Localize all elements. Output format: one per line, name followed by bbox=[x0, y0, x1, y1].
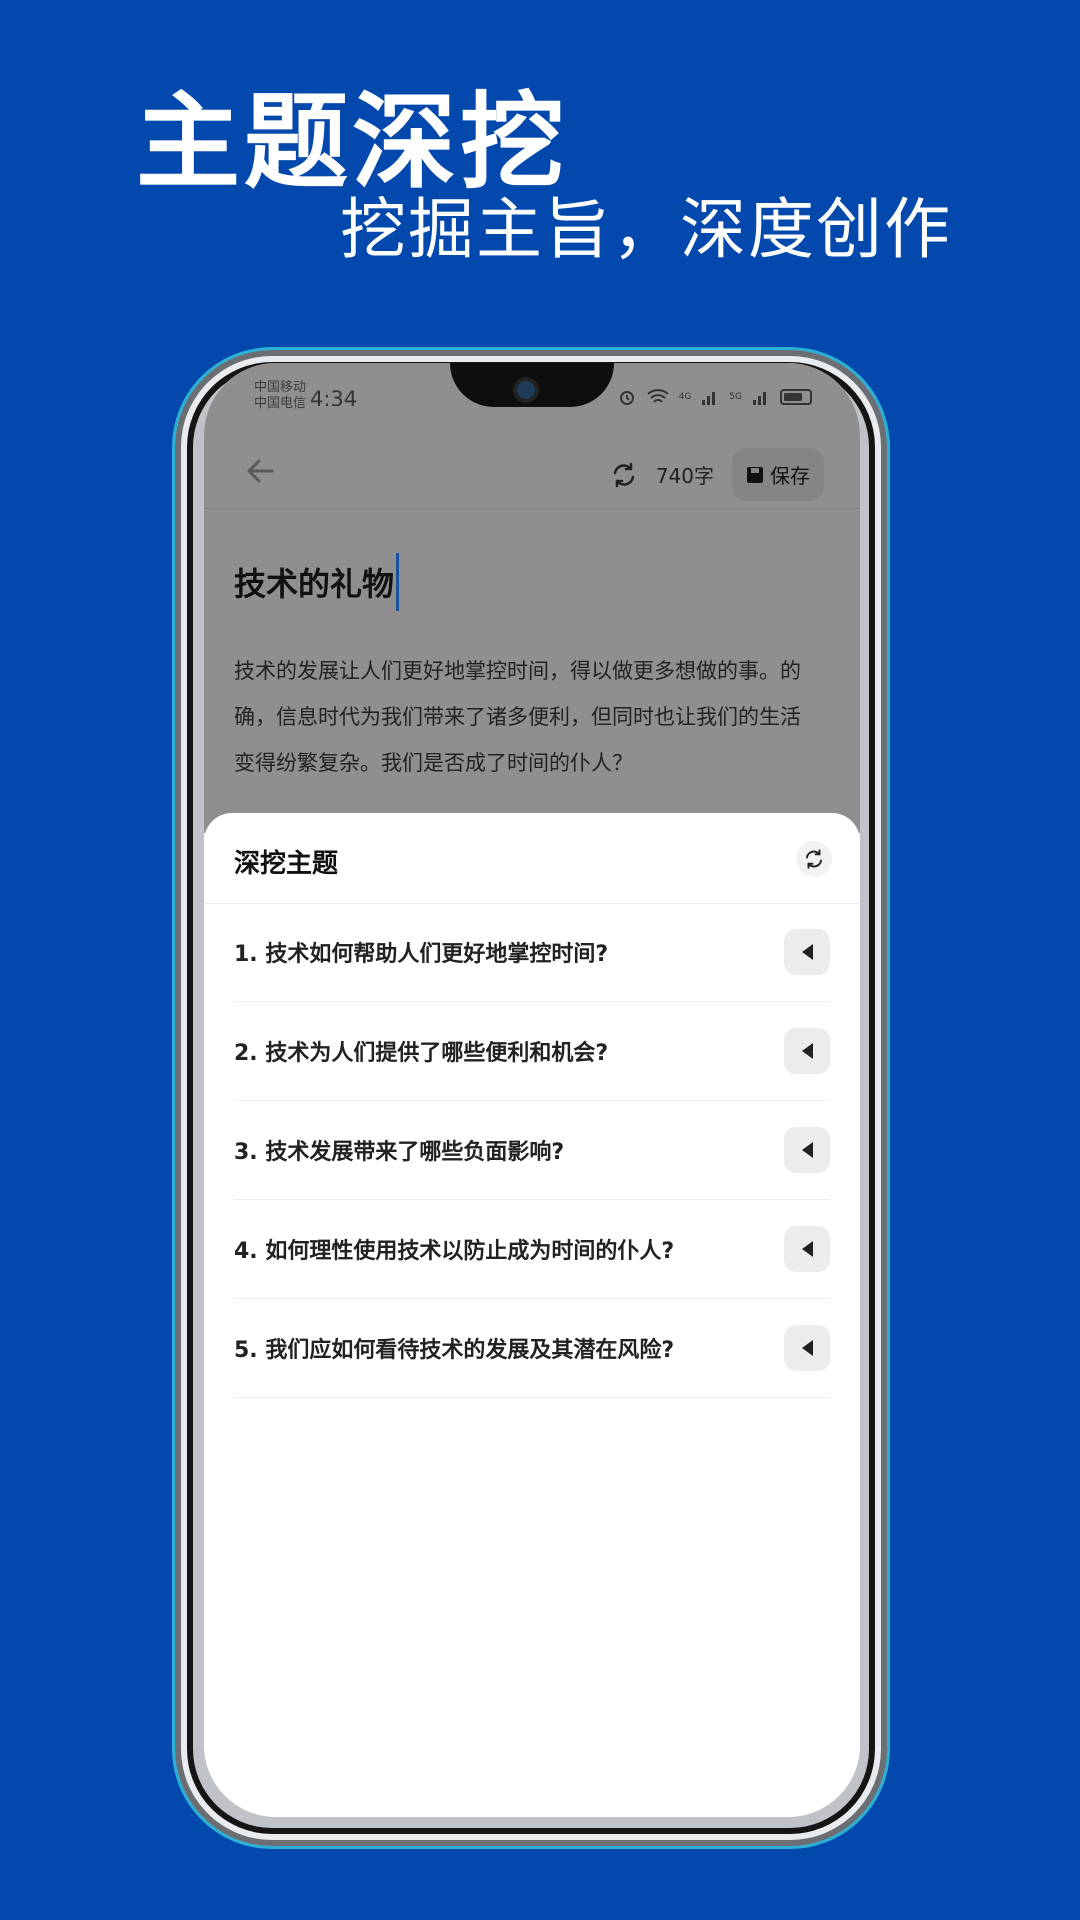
insert-topic-button[interactable] bbox=[784, 929, 830, 975]
hero-title: 主题深挖 bbox=[136, 81, 569, 203]
insert-topic-button[interactable] bbox=[784, 1325, 830, 1371]
triangle-left-icon bbox=[801, 1241, 813, 1257]
topic-text: 2. 技术为人们提供了哪些便利和机会? bbox=[234, 1041, 609, 1066]
topic-list: 1. 技术如何帮助人们更好地掌控时间? 2. 技术为人们提供了哪些便利和机会? … bbox=[234, 903, 830, 1398]
refresh-icon bbox=[805, 849, 823, 869]
carrier-1: 中国移动 bbox=[254, 380, 307, 395]
topic-text: 4. 如何理性使用技术以防止成为时间的仆人? bbox=[234, 1239, 675, 1264]
text-caret bbox=[396, 553, 400, 611]
editor-toolbar: 740字 保存 bbox=[610, 448, 824, 501]
camera-icon bbox=[517, 381, 535, 399]
insert-topic-button[interactable] bbox=[784, 1226, 830, 1272]
carrier-labels: 中国移动 中国电信 bbox=[254, 380, 306, 412]
wifi-icon bbox=[646, 389, 669, 403]
signal-label-1: 4G bbox=[678, 392, 692, 402]
triangle-left-icon bbox=[801, 944, 813, 960]
battery-icon bbox=[780, 389, 812, 405]
editor-dimmed-area: 中国移动 中国电信 4:34 4G 5G 740字 保存 技术的礼物 技术的发展… bbox=[204, 363, 860, 833]
list-item[interactable]: 5. 我们应如何看待技术的发展及其潜在风险? bbox=[234, 1299, 830, 1398]
save-button[interactable]: 保存 bbox=[732, 448, 824, 501]
document-title-field[interactable]: 技术的礼物 bbox=[234, 553, 400, 611]
list-item[interactable]: 3. 技术发展带来了哪些负面影响? bbox=[234, 1101, 830, 1200]
list-item[interactable]: 1. 技术如何帮助人们更好地掌控时间? bbox=[234, 903, 830, 1002]
deep-dive-sheet: 深挖主题 1. 技术如何帮助人们更好地掌控时间? 2. 技术为人们提供了哪些便利… bbox=[204, 813, 860, 1817]
topic-text: 5. 我们应如何看待技术的发展及其潜在风险? bbox=[234, 1338, 675, 1363]
sheet-refresh-button[interactable] bbox=[796, 841, 832, 877]
toolbar-divider bbox=[204, 508, 860, 509]
status-time: 4:34 bbox=[310, 387, 358, 411]
document-body[interactable]: 技术的发展让人们更好地掌控时间，得以做更多想做的事。的确，信息时代为我们带来了诸… bbox=[234, 648, 814, 786]
phone-screen: 中国移动 中国电信 4:34 4G 5G 740字 保存 技术的礼物 技术的发展… bbox=[204, 363, 860, 1817]
triangle-left-icon bbox=[801, 1142, 813, 1158]
document-title: 技术的礼物 bbox=[234, 565, 395, 603]
insert-topic-button[interactable] bbox=[784, 1127, 830, 1173]
triangle-left-icon bbox=[801, 1043, 813, 1059]
topic-text: 1. 技术如何帮助人们更好地掌控时间? bbox=[234, 942, 609, 967]
refresh-icon[interactable] bbox=[610, 461, 638, 489]
hero-subtitle: 挖掘主旨，深度创作 bbox=[340, 191, 952, 268]
sheet-title: 深挖主题 bbox=[234, 849, 339, 879]
triangle-left-icon bbox=[801, 1340, 813, 1356]
save-icon bbox=[747, 466, 763, 483]
word-count: 740字 bbox=[655, 464, 714, 488]
status-icons: 4G 5G bbox=[617, 387, 812, 407]
signal-icon-1 bbox=[702, 392, 716, 405]
back-arrow-icon[interactable] bbox=[242, 453, 278, 489]
list-item[interactable]: 4. 如何理性使用技术以防止成为时间的仆人? bbox=[234, 1200, 830, 1299]
sheet-header: 深挖主题 bbox=[204, 813, 860, 904]
insert-topic-button[interactable] bbox=[784, 1028, 830, 1074]
carrier-2: 中国电信 bbox=[254, 396, 307, 411]
signal-icon-2 bbox=[753, 392, 766, 405]
list-item[interactable]: 2. 技术为人们提供了哪些便利和机会? bbox=[234, 1002, 830, 1101]
alarm-icon bbox=[619, 391, 634, 405]
topic-text: 3. 技术发展带来了哪些负面影响? bbox=[234, 1140, 565, 1165]
save-label: 保存 bbox=[770, 464, 810, 488]
signal-label-2: 5G bbox=[729, 392, 742, 402]
